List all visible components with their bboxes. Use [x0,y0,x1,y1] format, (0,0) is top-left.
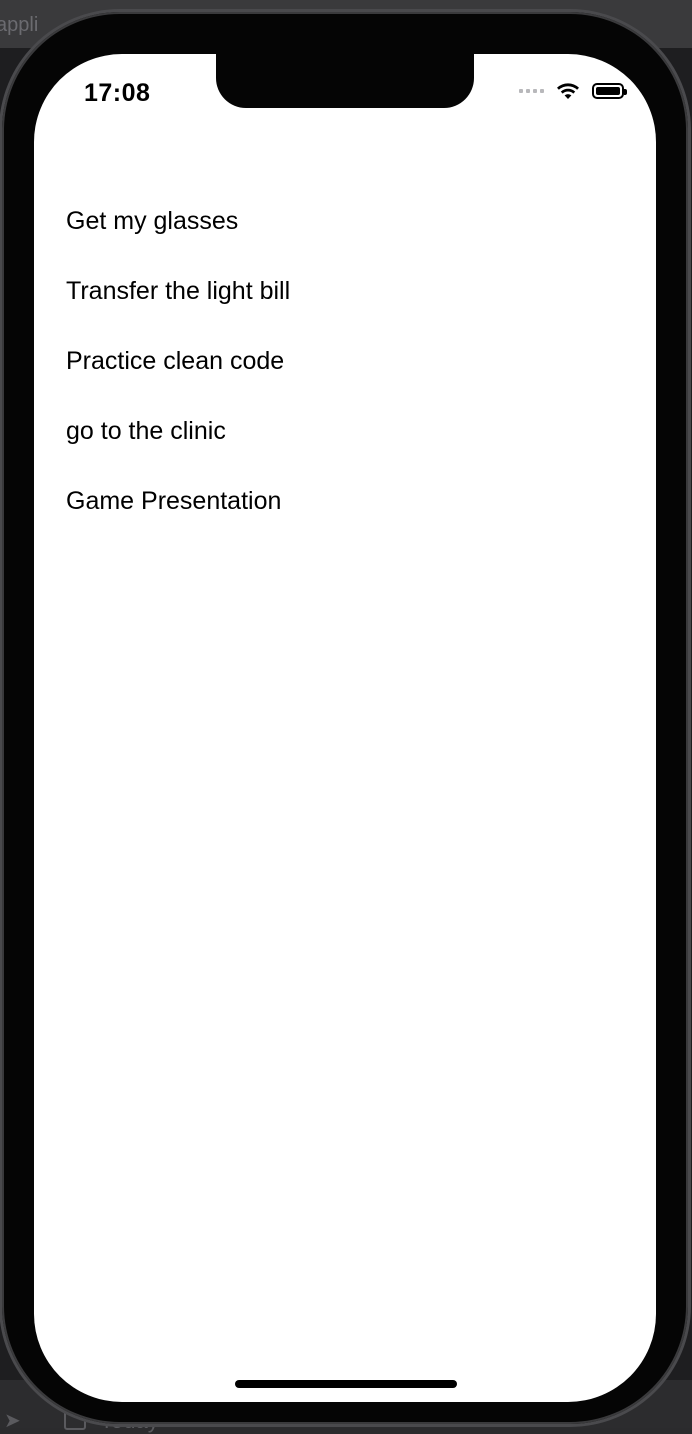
task-item[interactable]: go to the clinic [66,408,290,478]
task-list: Get my glasses Transfer the light bill P… [66,198,290,548]
battery-icon [592,83,627,99]
task-item[interactable]: Transfer the light bill [66,268,290,338]
status-icons [519,82,627,100]
home-indicator[interactable] [235,1380,457,1388]
task-item[interactable]: Get my glasses [66,198,290,268]
navigation-arrow-icon: ➤ [4,1410,21,1432]
background-window-title: appli [0,14,39,36]
wifi-icon [557,83,579,99]
cellular-signal-icon [519,89,544,93]
notch [216,54,474,108]
task-item[interactable]: Practice clean code [66,338,290,408]
status-time: 17:08 [84,79,151,107]
task-item[interactable]: Game Presentation [66,478,290,548]
phone-screen: 17:08 Get my glasses Transfer the light … [34,54,656,1402]
iphone-frame: 17:08 Get my glasses Transfer the light … [2,12,688,1424]
